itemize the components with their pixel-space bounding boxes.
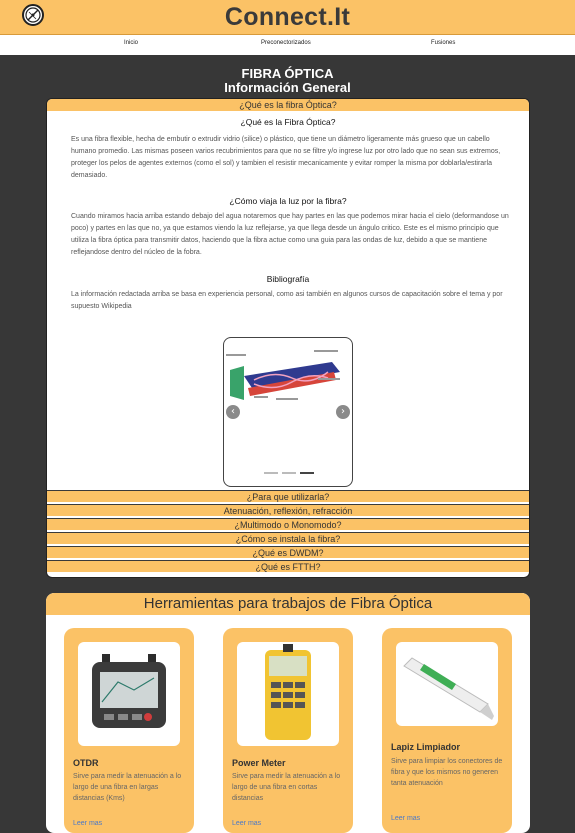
tool-title-power-meter: Power Meter: [232, 758, 286, 768]
section-subtitle: Información General: [224, 80, 351, 95]
carousel-indicator-2[interactable]: [282, 472, 296, 474]
carousel-next-button[interactable]: ›: [336, 405, 350, 419]
image-carousel[interactable]: ‹ ›: [223, 337, 353, 487]
nav-link-fusiones[interactable]: Fusiones: [431, 40, 455, 46]
tool-desc-power-meter: Sirve para medir la atenuación a lo larg…: [232, 773, 341, 802]
tool-desc-lapiz-limpiador: Sirve para limpiar los conectores de fib…: [391, 758, 503, 787]
tools-title: Herramientas para trabajos de Fibra Ópti…: [46, 593, 530, 615]
paragraph-que-es: Es una fibra flexible, hecha de embutir …: [71, 136, 501, 179]
fiber-diagram-image: [226, 350, 340, 400]
accordion-header-atenuacion[interactable]: Atenuación, reflexión, refracción: [47, 504, 529, 516]
carousel-indicator-1[interactable]: [264, 472, 278, 474]
tool-link-power-meter[interactable]: Leer mas: [232, 820, 261, 827]
site-header: Connect.It: [0, 0, 575, 35]
heading-como-viaja: ¿Cómo viaja la luz por la fibra?: [229, 196, 347, 206]
section-title: FIBRA ÓPTICA: [241, 66, 334, 81]
nav-link-preconectorizados[interactable]: Preconectorizados: [261, 40, 311, 46]
main-nav: Inicio Preconectorizados Fusiones: [0, 35, 575, 55]
otdr-image: [78, 642, 180, 746]
tool-title-otdr: OTDR: [73, 758, 99, 768]
accordion-header-como-se-instala[interactable]: ¿Cómo se instala la fibra?: [47, 532, 529, 544]
accordion-header-para-que[interactable]: ¿Para que utilizarla?: [47, 490, 529, 502]
accordion-header-ftth[interactable]: ¿Qué es FTTH?: [47, 560, 529, 572]
heading-que-es: ¿Qué es la Fibra Óptica?: [240, 117, 336, 127]
power-meter-image: [237, 642, 339, 746]
accordion-panel-que-es: ¿Qué es la Fibra Óptica? Es una fibra fl…: [47, 112, 529, 489]
carousel-prev-button[interactable]: ‹: [226, 405, 240, 419]
tool-card-lapiz-limpiador[interactable]: Lapiz Limpiador Sirve para limpiar los c…: [382, 628, 512, 833]
tool-card-power-meter[interactable]: Power Meter Sirve para medir la atenuaci…: [223, 628, 353, 833]
nav-link-inicio[interactable]: Inicio: [124, 40, 138, 46]
tool-link-lapiz-limpiador[interactable]: Leer mas: [391, 815, 420, 822]
tool-title-lapiz-limpiador: Lapiz Limpiador: [391, 742, 461, 752]
paragraph-como-viaja: Cuando miramos hacia arriba estando deba…: [71, 213, 509, 256]
site-title[interactable]: Connect.It: [0, 3, 575, 32]
tool-desc-otdr: Sirve para medir la atenuación a lo larg…: [73, 773, 182, 802]
tools-section: Herramientas para trabajos de Fibra Ópti…: [46, 593, 530, 833]
tool-card-otdr[interactable]: OTDR Sirve para medir la atenuación a lo…: [64, 628, 194, 833]
info-accordion: ¿Qué es la fibra Óptica? ¿Qué es la Fibr…: [46, 98, 530, 578]
accordion-header-que-es[interactable]: ¿Qué es la fibra Óptica?: [47, 99, 529, 111]
paragraph-bibliografia: La información redactada arriba se basa …: [71, 291, 503, 310]
accordion-header-dwdm[interactable]: ¿Qué es DWDM?: [47, 546, 529, 558]
tool-link-otdr[interactable]: Leer mas: [73, 820, 102, 827]
heading-bibliografia: Bibliografía: [266, 274, 310, 284]
cleaning-pen-image: [396, 642, 498, 726]
accordion-header-multimodo[interactable]: ¿Multimodo o Monomodo?: [47, 518, 529, 530]
carousel-indicator-3[interactable]: [300, 472, 314, 474]
